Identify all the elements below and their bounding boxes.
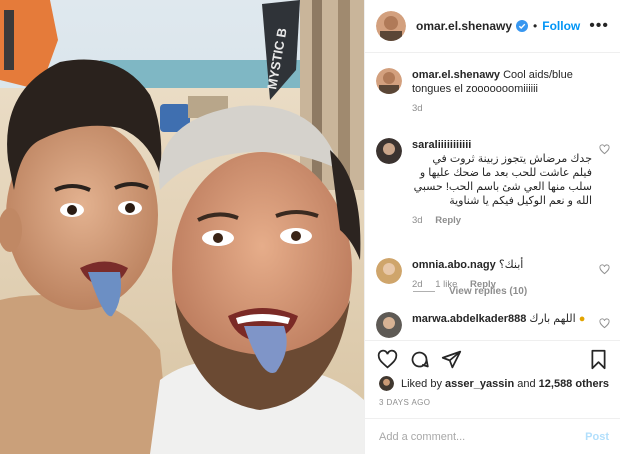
caption-meta: 3d	[412, 102, 610, 116]
comment-age: 3d	[412, 215, 423, 226]
selfie-image: MYSTIC B	[0, 0, 364, 454]
follow-button[interactable]: Follow	[542, 19, 580, 33]
comment-meta: 3d Reply	[412, 214, 592, 228]
like-comment-icon[interactable]	[599, 264, 610, 275]
liker-avatar[interactable]	[379, 376, 394, 391]
comment-likes: 1 like	[435, 279, 458, 290]
author-username[interactable]: omar.el.shenawy	[416, 19, 512, 33]
comment-bubble-icon[interactable]	[409, 349, 430, 370]
more-options-icon[interactable]: •••	[589, 17, 609, 35]
comment-avatar[interactable]	[376, 138, 402, 164]
add-comment-input[interactable]: Add a comment...	[379, 431, 465, 443]
post-sidebar: omar.el.shenawy • Follow ••• omar.el.she…	[364, 0, 620, 454]
add-comment-bar: Add a comment... Post	[365, 418, 620, 454]
comment-text: جدك مرضاش يتجوز زبينة ثروت في فيلم عاشت …	[413, 153, 592, 207]
comment-avatar[interactable]	[376, 258, 402, 284]
comment-text: اللهم بارك	[529, 313, 576, 325]
like-comment-icon[interactable]	[599, 318, 610, 329]
comment-body: saraliiiiiiiiiii جدك مرضاش يتجوز زبينة ث…	[412, 138, 592, 228]
separator-dot: •	[533, 19, 538, 33]
save-bookmark-icon[interactable]	[588, 349, 609, 370]
caption-avatar[interactable]	[376, 68, 402, 94]
share-paper-plane-icon[interactable]	[441, 349, 462, 370]
likes-connector: and	[517, 377, 536, 390]
comment-avatar[interactable]	[376, 312, 402, 338]
action-bar	[365, 340, 620, 376]
reply-button[interactable]: Reply	[470, 279, 496, 290]
clap-emoji-icon: ●	[578, 313, 586, 325]
likes-summary: Liked by asser_yassin and 12,588 others	[379, 376, 609, 391]
caption-age: 3d	[412, 103, 423, 114]
likes-prefix: Liked by	[401, 377, 442, 390]
reply-button[interactable]: Reply	[435, 215, 461, 226]
comment-username[interactable]: marwa.abdelkader888	[412, 313, 526, 325]
post-timestamp: 3 DAYS AGO	[379, 398, 431, 407]
comment-age: 2d	[412, 279, 423, 290]
likes-others-count[interactable]: 12,588 others	[539, 378, 609, 390]
comment-body: marwa.abdelkader888 اللهم بارك ●	[412, 312, 592, 326]
like-heart-icon[interactable]	[377, 349, 398, 370]
comment-meta: 2d 1 like Reply	[412, 278, 592, 292]
comment-body: omnia.abo.nagy أبنك؟ 2d 1 like Reply	[412, 258, 592, 292]
comments-list: omar.el.shenawy Cool aids/blue tongues e…	[365, 54, 620, 340]
verified-badge-icon	[516, 20, 529, 32]
liker-username[interactable]: asser_yassin	[445, 378, 514, 390]
post-comment-button[interactable]: Post	[585, 431, 609, 443]
post-photo[interactable]: MYSTIC B	[0, 0, 364, 454]
comment-username[interactable]: omnia.abo.nagy	[412, 259, 496, 271]
comment-username[interactable]: saraliiiiiiiiiii	[412, 139, 471, 151]
caption-body: omar.el.shenawy Cool aids/blue tongues e…	[412, 68, 610, 116]
like-comment-icon[interactable]	[599, 144, 610, 155]
post-header: omar.el.shenawy • Follow •••	[365, 0, 620, 53]
comment-text: أبنك؟	[498, 259, 524, 271]
caption-username[interactable]: omar.el.shenawy	[412, 69, 500, 81]
author-avatar[interactable]	[376, 11, 406, 41]
